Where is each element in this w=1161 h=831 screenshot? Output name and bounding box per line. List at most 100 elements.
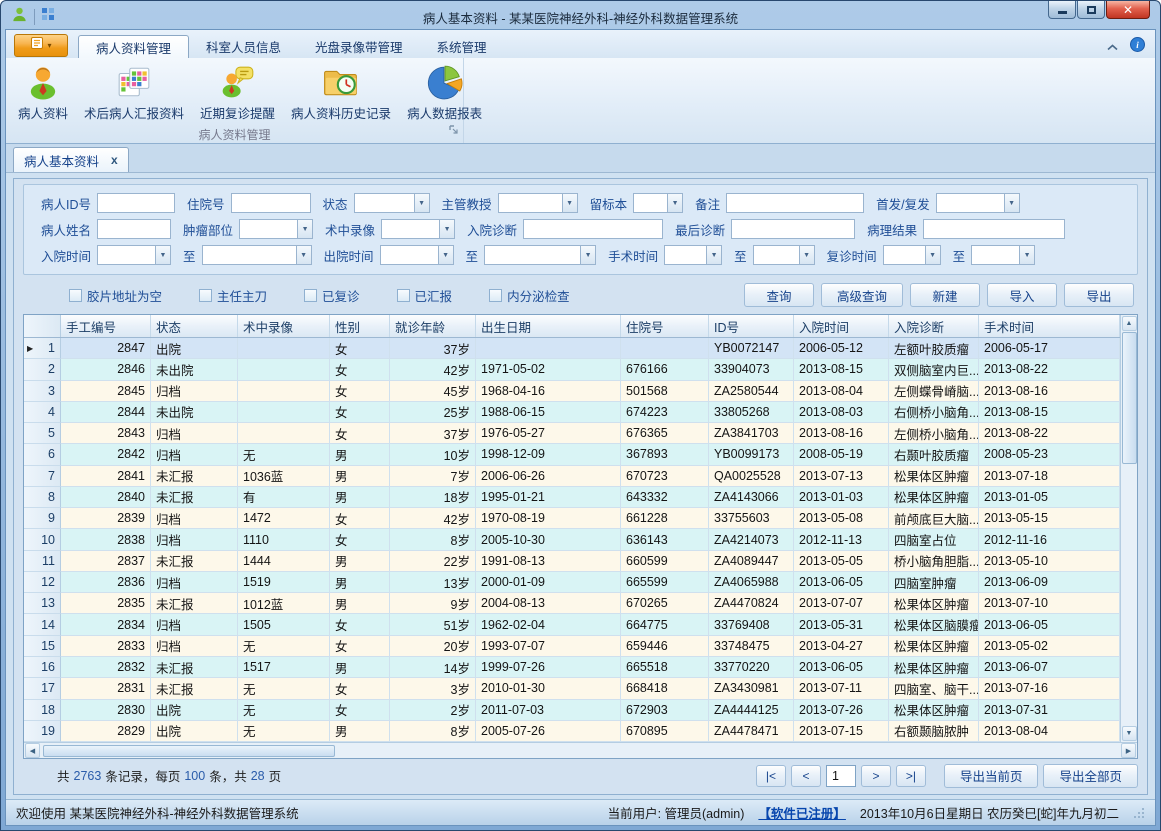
reported-checkbox[interactable]: 已汇报	[397, 286, 453, 305]
admit-date-to-combo[interactable]: ▼	[202, 245, 312, 265]
table-row[interactable]: ▶12847出院女37岁YB00721472006-05-12左额叶胶质瘤200…	[24, 338, 1120, 359]
dropdown-arrow-icon[interactable]: ▼	[1019, 246, 1034, 264]
dropdown-arrow-icon[interactable]: ▼	[706, 246, 721, 264]
scroll-down-icon[interactable]: ▼	[1122, 726, 1137, 741]
discharge-date-from-combo[interactable]: ▼	[380, 245, 454, 265]
ribbon-button-patient-data[interactable]: 病人资料	[10, 61, 76, 124]
patient-name-input[interactable]	[97, 219, 171, 239]
doc-tab-patient-basic-info[interactable]: 病人基本资料 x	[13, 147, 129, 172]
tumor-site-combo[interactable]: ▼	[239, 219, 313, 239]
horizontal-scroll-track[interactable]	[41, 744, 1120, 758]
prev-page-button[interactable]: <	[791, 765, 821, 787]
first-recurrence-combo[interactable]: ▼	[936, 193, 1020, 213]
tab-patient-data-management[interactable]: 病人资料管理	[78, 35, 189, 58]
table-row[interactable]: 112837未汇报1444男22岁1991-08-13660599ZA40894…	[24, 551, 1120, 572]
checkbox-box-icon[interactable]	[69, 289, 82, 302]
table-row[interactable]: 92839归档1472女42岁1970-08-19661228337556032…	[24, 508, 1120, 529]
scroll-right-icon[interactable]: ▶	[1121, 743, 1136, 758]
surgery-date-from-combo[interactable]: ▼	[664, 245, 722, 265]
table-row[interactable]: 172831未汇报无女3岁2010-01-30668418ZA343098120…	[24, 678, 1120, 699]
surgery-date-to-combo[interactable]: ▼	[753, 245, 815, 265]
col-header-id-no[interactable]: ID号	[709, 315, 794, 337]
admission-no-input[interactable]	[231, 193, 311, 213]
ribbon-button-history-record[interactable]: 病人资料历史记录	[283, 61, 399, 124]
specimen-combo[interactable]: ▼	[633, 193, 683, 213]
import-button[interactable]: 导入	[987, 283, 1057, 307]
horizontal-scroll-thumb[interactable]	[43, 745, 335, 757]
table-row[interactable]: 132835未汇报1012蓝男9岁2004-08-13670265ZA44708…	[24, 593, 1120, 614]
dropdown-arrow-icon[interactable]: ▼	[297, 220, 312, 238]
col-header-diagnosis[interactable]: 入院诊断	[889, 315, 979, 337]
col-header-manual-no[interactable]: 手工编号	[61, 315, 151, 337]
revisited-checkbox[interactable]: 已复诊	[304, 286, 360, 305]
vertical-scrollbar[interactable]: ▲ ▼	[1120, 315, 1137, 742]
dropdown-arrow-icon[interactable]: ▼	[296, 246, 311, 264]
vertical-scroll-thumb[interactable]	[1122, 332, 1137, 464]
dropdown-arrow-icon[interactable]: ▼	[1004, 194, 1019, 212]
dropdown-arrow-icon[interactable]: ▼	[155, 246, 170, 264]
license-status-link[interactable]: 【软件已注册】	[758, 803, 846, 822]
advanced-query-button[interactable]: 高级查询	[821, 283, 903, 307]
revisit-date-from-combo[interactable]: ▼	[883, 245, 941, 265]
admission-diagnosis-input[interactable]	[523, 219, 663, 239]
tab-department-staff-info[interactable]: 科室人员信息	[189, 35, 298, 58]
first-page-button[interactable]: |<	[756, 765, 786, 787]
dropdown-arrow-icon[interactable]: ▼	[667, 194, 682, 212]
page-number-input[interactable]: 1	[826, 765, 856, 787]
dropdown-arrow-icon[interactable]: ▼	[799, 246, 814, 264]
col-header-birth-date[interactable]: 出生日期	[476, 315, 621, 337]
help-info-icon[interactable]: i	[1130, 37, 1145, 57]
film-address-empty-checkbox[interactable]: 胶片地址为空	[69, 286, 162, 305]
table-row[interactable]: 142834归档1505女51岁1962-02-0466477533769408…	[24, 614, 1120, 635]
application-menu-button[interactable]: ▾	[14, 34, 68, 57]
final-diagnosis-input[interactable]	[731, 219, 855, 239]
vertical-scroll-track[interactable]	[1122, 332, 1137, 725]
minimize-button[interactable]	[1048, 1, 1076, 19]
export-current-page-button[interactable]: 导出当前页	[944, 764, 1039, 788]
dropdown-arrow-icon[interactable]: ▼	[439, 220, 454, 238]
dropdown-arrow-icon[interactable]: ▼	[562, 194, 577, 212]
table-row[interactable]: 122836归档1519男13岁2000-01-09665599ZA406598…	[24, 572, 1120, 593]
quick-access-layout-icon[interactable]	[41, 7, 55, 26]
export-all-pages-button[interactable]: 导出全部页	[1043, 764, 1138, 788]
col-header-admit-date[interactable]: 入院时间	[794, 315, 889, 337]
dropdown-arrow-icon[interactable]: ▼	[438, 246, 453, 264]
dropdown-arrow-icon[interactable]: ▼	[414, 194, 429, 212]
ribbon-button-revisit-reminder[interactable]: 近期复诊提醒	[192, 61, 283, 124]
surgery-video-combo[interactable]: ▼	[381, 219, 455, 239]
query-button[interactable]: 查询	[744, 283, 814, 307]
table-row[interactable]: 102838归档1110女8岁2005-10-30636143ZA4214073…	[24, 529, 1120, 550]
maximize-button[interactable]	[1077, 1, 1105, 19]
table-row[interactable]: 182830出院无女2岁2011-07-03672903ZA4444125201…	[24, 700, 1120, 721]
horizontal-scrollbar[interactable]: ◀ ▶	[24, 742, 1137, 758]
remarks-input[interactable]	[726, 193, 864, 213]
discharge-date-to-combo[interactable]: ▼	[484, 245, 596, 265]
table-row[interactable]: 42844未出院女25岁1988-06-15674223338052682013…	[24, 402, 1120, 423]
col-header-admission-no[interactable]: 住院号	[621, 315, 709, 337]
dropdown-arrow-icon[interactable]: ▼	[925, 246, 940, 264]
patient-id-input[interactable]	[97, 193, 175, 213]
app-logo-icon[interactable]	[11, 6, 28, 28]
col-header-age[interactable]: 就诊年龄	[390, 315, 476, 337]
last-page-button[interactable]: >|	[896, 765, 926, 787]
table-row[interactable]: 62842归档无男10岁1998-12-09367893YB0099173200…	[24, 444, 1120, 465]
col-header-gender[interactable]: 性别	[330, 315, 390, 337]
new-button[interactable]: 新建	[910, 283, 980, 307]
scroll-up-icon[interactable]: ▲	[1122, 316, 1137, 331]
status-combo[interactable]: ▼	[354, 193, 430, 213]
scroll-left-icon[interactable]: ◀	[25, 743, 40, 758]
col-header-status[interactable]: 状态	[151, 315, 238, 337]
tab-system-management[interactable]: 系统管理	[420, 35, 504, 58]
ribbon-collapse-chevron-icon[interactable]	[1107, 38, 1118, 56]
table-row[interactable]: 22846未出院女42岁1971-05-02676166339040732013…	[24, 359, 1120, 380]
table-row[interactable]: 162832未汇报1517男14岁1999-07-266655183377022…	[24, 657, 1120, 678]
tab-disc-video-management[interactable]: 光盘录像带管理	[298, 35, 420, 58]
checkbox-box-icon[interactable]	[397, 289, 410, 302]
table-row[interactable]: 52843归档女37岁1976-05-27676365ZA38417032013…	[24, 423, 1120, 444]
checkbox-box-icon[interactable]	[199, 289, 212, 302]
dropdown-arrow-icon[interactable]: ▼	[580, 246, 595, 264]
revisit-date-to-combo[interactable]: ▼	[971, 245, 1035, 265]
resize-grip[interactable]	[1133, 807, 1145, 819]
tab-close-icon[interactable]: x	[111, 153, 118, 167]
admit-date-from-combo[interactable]: ▼	[97, 245, 171, 265]
